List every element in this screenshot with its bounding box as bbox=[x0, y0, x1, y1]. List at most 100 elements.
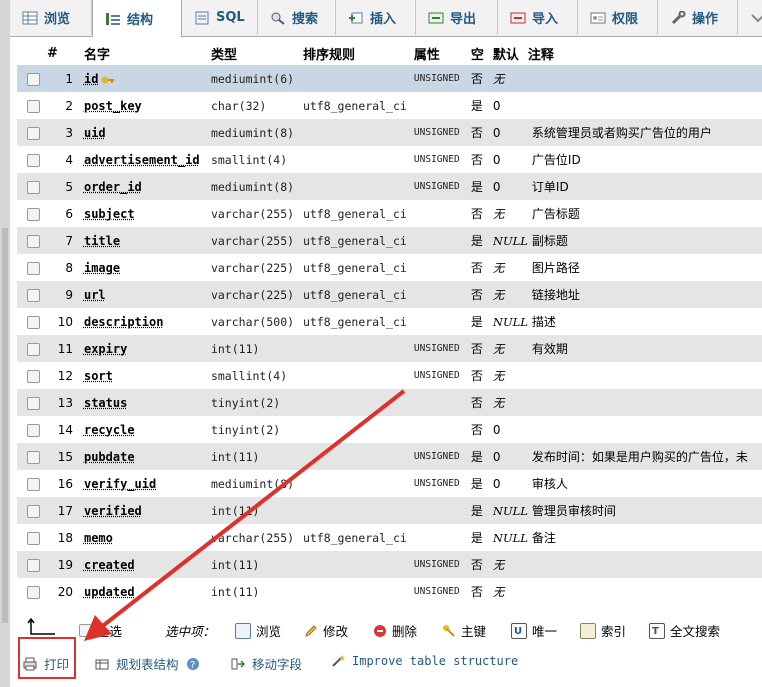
field-name-label[interactable]: memo bbox=[84, 531, 113, 545]
header-name[interactable]: 名字 bbox=[77, 41, 211, 65]
field-name[interactable]: verify_uid bbox=[77, 470, 211, 497]
bulk-index-button[interactable]: 索引 bbox=[580, 621, 626, 640]
field-name-label[interactable]: created bbox=[84, 558, 135, 572]
row-checkbox[interactable] bbox=[27, 73, 40, 86]
field-name-label[interactable]: verify_uid bbox=[84, 477, 156, 491]
table-row[interactable]: 9 url varchar(225) utf8_general_ci 否无链接地址 bbox=[17, 281, 762, 308]
row-checkbox[interactable] bbox=[27, 505, 40, 518]
table-row[interactable]: 19 created int(11) UNSIGNED 否无 bbox=[17, 551, 762, 578]
field-name[interactable]: post_key bbox=[77, 92, 211, 119]
row-checkbox[interactable] bbox=[27, 100, 40, 113]
field-name-label[interactable]: id bbox=[84, 72, 98, 86]
field-name[interactable]: advertisement_id bbox=[77, 146, 211, 173]
table-row[interactable]: 4 advertisement_id smallint(4) UNSIGNED 否 0 广告… bbox=[17, 146, 762, 173]
table-row[interactable]: 16 verify_uid mediumint(8) UNSIGNED 是 0 审核人 bbox=[17, 470, 762, 497]
field-name-label[interactable]: uid bbox=[84, 126, 106, 140]
field-name-label[interactable]: sort bbox=[84, 369, 113, 383]
row-checkbox[interactable] bbox=[27, 532, 40, 545]
row-checkbox[interactable] bbox=[27, 343, 40, 356]
row-checkbox[interactable] bbox=[27, 478, 40, 491]
field-name-label[interactable]: updated bbox=[84, 585, 135, 599]
header-default[interactable]: 默认 bbox=[493, 41, 528, 65]
propose-structure-link[interactable]: 规划表结构 ? bbox=[95, 654, 200, 673]
row-checkbox[interactable] bbox=[27, 370, 40, 383]
row-checkbox[interactable] bbox=[27, 208, 40, 221]
header-attributes[interactable]: 属性 bbox=[414, 41, 471, 65]
row-checkbox[interactable] bbox=[27, 289, 40, 302]
field-name[interactable]: updated bbox=[77, 578, 211, 605]
row-checkbox[interactable] bbox=[27, 397, 40, 410]
field-name[interactable]: uid bbox=[77, 119, 211, 146]
table-row[interactable]: 1 id mediumint(6) UNSIGNED 否无 bbox=[17, 65, 762, 92]
bulk-fulltext-button[interactable]: T 全文搜索 bbox=[649, 621, 720, 640]
check-all-label[interactable]: 全选 bbox=[97, 621, 122, 640]
field-name[interactable]: subject bbox=[77, 200, 211, 227]
field-name-label[interactable]: order_id bbox=[84, 180, 142, 194]
field-name[interactable]: recycle bbox=[77, 416, 211, 443]
table-row[interactable]: 13 status tinyint(2) 否无 bbox=[17, 389, 762, 416]
bulk-unique-button[interactable]: U 唯一 bbox=[511, 621, 557, 640]
header-collation[interactable]: 排序规则 bbox=[303, 41, 414, 65]
field-name[interactable]: verified bbox=[77, 497, 211, 524]
table-row[interactable]: 3 uid mediumint(8) UNSIGNED 否 0 系统管理员或者购买广告位的用… bbox=[17, 119, 762, 146]
field-name[interactable]: created bbox=[77, 551, 211, 578]
row-checkbox[interactable] bbox=[27, 127, 40, 140]
field-name-label[interactable]: image bbox=[84, 261, 120, 275]
row-checkbox[interactable] bbox=[27, 559, 40, 572]
row-checkbox[interactable] bbox=[27, 154, 40, 167]
field-name[interactable]: description bbox=[77, 308, 211, 335]
header-type[interactable]: 类型 bbox=[211, 41, 303, 65]
field-name-label[interactable]: verified bbox=[84, 504, 142, 518]
tab-insert[interactable]: 插入 bbox=[336, 0, 416, 35]
move-columns-link[interactable]: 移动字段 bbox=[231, 654, 302, 673]
scrollbar-thumb[interactable] bbox=[2, 228, 8, 623]
check-all-checkbox[interactable] bbox=[79, 624, 92, 637]
field-name-label[interactable]: advertisement_id bbox=[84, 153, 200, 167]
table-row[interactable]: 17 verified int(11) 是 NULL 管理员审核时间 bbox=[17, 497, 762, 524]
tab-import[interactable]: 导入 bbox=[498, 0, 578, 35]
header-comment[interactable]: 注释 bbox=[528, 41, 762, 65]
tab-export[interactable]: 导出 bbox=[416, 0, 498, 35]
table-row[interactable]: 7 title varchar(255) utf8_general_ci 是 NULL 副标… bbox=[17, 227, 762, 254]
field-name-label[interactable]: status bbox=[84, 396, 127, 410]
table-row[interactable]: 15 pubdate int(11) UNSIGNED 是 0 发布时间：如果是用户购买的广… bbox=[17, 443, 762, 470]
bulk-primary-button[interactable]: 主键 bbox=[442, 621, 486, 640]
field-name[interactable]: id bbox=[77, 65, 211, 92]
table-row[interactable]: 12 sort smallint(4) UNSIGNED 否无 bbox=[17, 362, 762, 389]
table-row[interactable]: 11 expiry int(11) UNSIGNED 否无有效期 bbox=[17, 335, 762, 362]
row-checkbox[interactable] bbox=[27, 424, 40, 437]
field-name[interactable]: expiry bbox=[77, 335, 211, 362]
row-checkbox[interactable] bbox=[27, 451, 40, 464]
tab-search[interactable]: 搜索 bbox=[258, 0, 336, 35]
field-name[interactable]: pubdate bbox=[77, 443, 211, 470]
field-name-label[interactable]: description bbox=[84, 315, 163, 329]
field-name[interactable]: memo bbox=[77, 524, 211, 551]
field-name-label[interactable]: subject bbox=[84, 207, 135, 221]
help-icon[interactable]: ? bbox=[186, 657, 200, 671]
field-name[interactable]: image bbox=[77, 254, 211, 281]
check-all-button[interactable]: 全选 bbox=[79, 621, 122, 640]
table-row[interactable]: 18 memo varchar(255) utf8_general_ci 是 NULL 备注 bbox=[17, 524, 762, 551]
improve-structure-link[interactable]: Improve table structure bbox=[331, 654, 518, 668]
tab-structure[interactable]: 结构 bbox=[92, 0, 182, 37]
header-null[interactable]: 空 bbox=[471, 41, 493, 65]
table-row[interactable]: 2 post_key char(32) utf8_general_ci 是 0 bbox=[17, 92, 762, 119]
row-checkbox[interactable] bbox=[27, 262, 40, 275]
bulk-browse-button[interactable]: 浏览 bbox=[235, 621, 281, 640]
tab-sql[interactable]: SQL bbox=[182, 0, 258, 35]
field-name[interactable]: sort bbox=[77, 362, 211, 389]
bulk-edit-button[interactable]: 修改 bbox=[304, 621, 348, 640]
table-row[interactable]: 5 order_id mediumint(8) UNSIGNED 是 0 订单ID bbox=[17, 173, 762, 200]
field-name-label[interactable]: url bbox=[84, 288, 106, 302]
left-scrollbar[interactable] bbox=[0, 0, 10, 687]
tab-operations[interactable]: 操作 bbox=[658, 0, 738, 35]
table-row[interactable]: 8 image varchar(225) utf8_general_ci 否无图片路径 bbox=[17, 254, 762, 281]
field-name[interactable]: url bbox=[77, 281, 211, 308]
field-name[interactable]: order_id bbox=[77, 173, 211, 200]
table-row[interactable]: 20 updated int(11) UNSIGNED 否无 bbox=[17, 578, 762, 605]
bulk-delete-button[interactable]: 删除 bbox=[373, 621, 417, 640]
field-name-label[interactable]: post_key bbox=[84, 99, 142, 113]
field-name-label[interactable]: recycle bbox=[84, 423, 135, 437]
tab-privileges[interactable]: 权限 bbox=[578, 0, 658, 35]
field-name-label[interactable]: pubdate bbox=[84, 450, 135, 464]
